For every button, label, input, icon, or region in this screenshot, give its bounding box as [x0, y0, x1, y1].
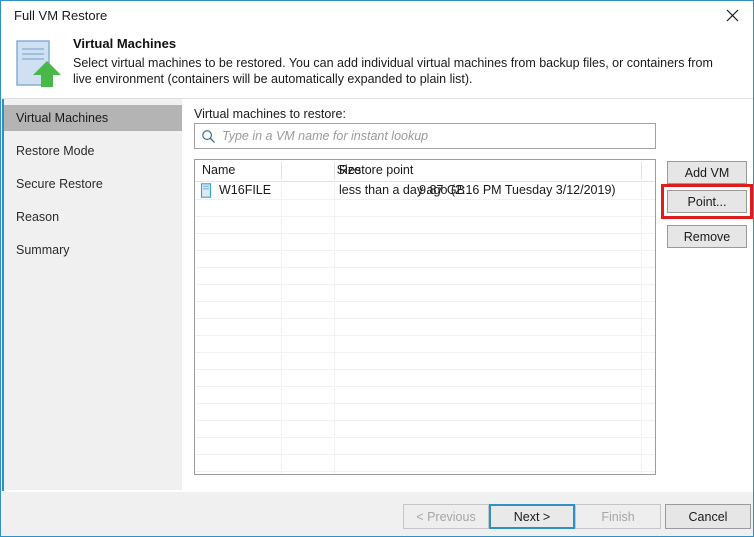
- search-icon: [201, 129, 216, 144]
- previous-button[interactable]: < Previous: [403, 504, 489, 529]
- table-row[interactable]: W16FILE 9.87 GB less than a day ago (2:1…: [195, 182, 655, 199]
- header-description: Select virtual machines to be restored. …: [73, 55, 733, 87]
- grid-line: [195, 301, 655, 302]
- column-divider-trailing[interactable]: [641, 162, 642, 179]
- grid-line: [195, 386, 655, 387]
- close-icon[interactable]: [710, 1, 754, 30]
- sidebar-item-label: Virtual Machines: [16, 111, 108, 125]
- cell-vm-name: W16FILE: [219, 183, 271, 197]
- grid-line: [195, 284, 655, 285]
- point-button[interactable]: Point...: [667, 190, 747, 213]
- grid-line: [195, 199, 655, 200]
- add-vm-button[interactable]: Add VM: [667, 161, 747, 184]
- column-header-name[interactable]: Name: [202, 163, 235, 177]
- grid-line: [195, 318, 655, 319]
- sidebar-item-summary[interactable]: Summary: [2, 237, 182, 263]
- sidebar-item-reason[interactable]: Reason: [2, 204, 182, 230]
- vm-restore-upload-icon-glyph: [14, 37, 68, 91]
- vm-server-icon: [199, 183, 213, 198]
- sidebar-item-label: Summary: [16, 243, 69, 257]
- search-input[interactable]: [222, 129, 642, 143]
- column-divider-size-point[interactable]: [334, 162, 335, 179]
- grid-line: [195, 335, 655, 336]
- vm-list-view[interactable]: Name Size Restore point: [194, 159, 656, 475]
- grid-line: [195, 352, 655, 353]
- grid-line: [195, 420, 655, 421]
- grid-vline-trailing: [641, 182, 642, 475]
- sidebar-item-label: Reason: [16, 210, 59, 224]
- cancel-button[interactable]: Cancel: [665, 504, 751, 529]
- close-icon-glyph: [726, 9, 739, 22]
- grid-line: [195, 471, 655, 472]
- finish-button[interactable]: Finish: [575, 504, 661, 529]
- main-pane: Virtual machines to restore: Name Size R…: [183, 99, 754, 490]
- dialog-header: Virtual Machines Select virtual machines…: [2, 31, 754, 99]
- grid-line: [195, 369, 655, 370]
- header-title: Virtual Machines: [73, 36, 176, 51]
- window-title: Full VM Restore: [14, 8, 107, 23]
- sidebar-item-restore-mode[interactable]: Restore Mode: [2, 138, 182, 164]
- list-column-headers: Name Size Restore point: [195, 160, 655, 182]
- grid-vline-name-size: [281, 182, 282, 475]
- wizard-steps-sidebar: Virtual Machines Restore Mode Secure Res…: [2, 99, 183, 490]
- grid-line: [195, 267, 655, 268]
- remove-button[interactable]: Remove: [667, 225, 747, 248]
- next-button[interactable]: Next >: [489, 504, 575, 529]
- left-accent-bar: [2, 99, 4, 537]
- grid-line: [195, 437, 655, 438]
- grid-line: [195, 250, 655, 251]
- title-bar: Full VM Restore: [1, 1, 754, 31]
- dialog-footer: < Previous Next > Finish Cancel: [2, 491, 754, 537]
- sidebar-item-virtual-machines[interactable]: Virtual Machines: [2, 105, 182, 131]
- grid-line: [195, 403, 655, 404]
- grid-line: [195, 233, 655, 234]
- cell-restore-point: less than a day ago (2:16 PM Tuesday 3/1…: [339, 183, 616, 197]
- full-vm-restore-dialog: Full VM Restore Virtual Machines Select …: [0, 0, 754, 537]
- grid-line: [195, 216, 655, 217]
- sidebar-item-label: Restore Mode: [16, 144, 95, 158]
- column-divider-name-size[interactable]: [281, 162, 282, 179]
- grid-vline-size-point: [334, 182, 335, 475]
- column-header-restore-point[interactable]: Restore point: [339, 163, 413, 177]
- vm-list-label: Virtual machines to restore:: [194, 107, 346, 121]
- search-box[interactable]: [194, 123, 656, 149]
- sidebar-item-label: Secure Restore: [16, 177, 103, 191]
- vm-restore-upload-icon: [14, 37, 68, 91]
- grid-line: [195, 454, 655, 455]
- sidebar-item-secure-restore[interactable]: Secure Restore: [2, 171, 182, 197]
